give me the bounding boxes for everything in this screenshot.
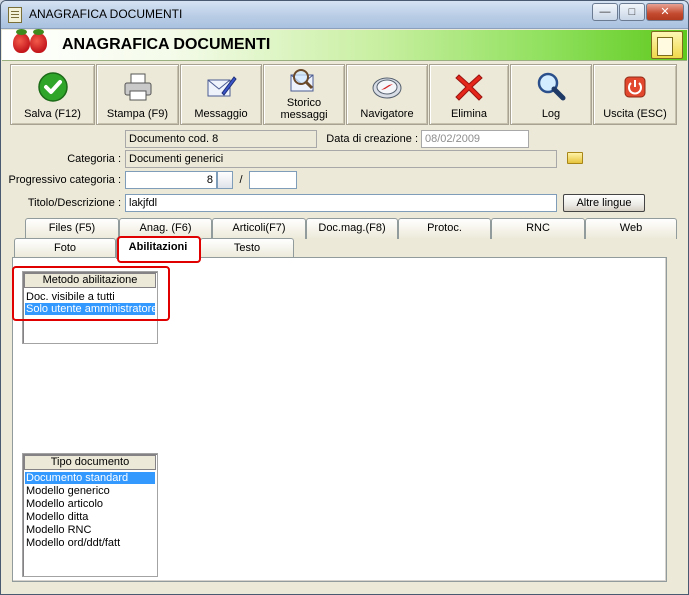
- enable-method-header: Metodo abilitazione: [24, 273, 156, 288]
- page-title: ANAGRAFICA DOCUMENTI: [62, 36, 271, 53]
- maximize-button[interactable]: □: [619, 3, 645, 21]
- delete-button-label: Elimina: [450, 108, 488, 120]
- creation-date-label: Data di creazione :: [326, 133, 418, 145]
- strawberry-icon: [30, 29, 47, 53]
- envelope-search-icon: [290, 69, 314, 92]
- red-x-icon: [455, 74, 483, 101]
- title-description-label: Titolo/Descrizione :: [27, 197, 121, 209]
- message-history-button-label: Storico messaggi: [280, 97, 328, 121]
- tab-testo[interactable]: Testo: [200, 238, 294, 258]
- save-button[interactable]: Salva (F12): [10, 64, 95, 125]
- progressive-slash: /: [239, 174, 243, 186]
- message-button-label: Messaggio: [194, 108, 248, 120]
- strawberry-icon: [13, 29, 30, 53]
- tab-files[interactable]: Files (F5): [25, 218, 119, 239]
- print-button[interactable]: Stampa (F9): [96, 64, 179, 125]
- log-button[interactable]: Log: [510, 64, 592, 125]
- document-type-header: Tipo documento: [24, 455, 156, 470]
- enable-method-item-visible-all[interactable]: Doc. visibile a tutti: [25, 291, 155, 303]
- title-description-field[interactable]: lakjfdl: [125, 194, 557, 212]
- abilitazioni-panel: Metodo abilitazione Doc. visibile a tutt…: [12, 257, 667, 582]
- tab-web[interactable]: Web: [585, 218, 677, 239]
- message-history-button[interactable]: Storico messaggi: [263, 64, 345, 125]
- tab-foto[interactable]: Foto: [14, 238, 116, 258]
- document-type-item-generic[interactable]: Modello generico: [25, 485, 155, 497]
- progressive-suffix-field[interactable]: [249, 171, 297, 189]
- title-bar[interactable]: ANAGRAFICA DOCUMENTI — □ ✕: [1, 1, 688, 29]
- creation-date-field: 08/02/2009: [421, 130, 529, 148]
- log-button-label: Log: [541, 108, 561, 120]
- category-label: Categoria :: [67, 153, 121, 165]
- tab-protoc[interactable]: Protoc.: [398, 218, 491, 239]
- tab-abilitazioni[interactable]: Abilitazioni: [116, 237, 200, 259]
- document-type-listbox[interactable]: Tipo documento Documento standard Modell…: [22, 453, 158, 577]
- window-title: ANAGRAFICA DOCUMENTI: [29, 7, 183, 21]
- folder-icon[interactable]: [567, 152, 583, 164]
- document-code-field: Documento cod. 8: [125, 130, 317, 148]
- document-type-item-rnc[interactable]: Modello RNC: [25, 524, 155, 536]
- compass-icon: [372, 77, 402, 99]
- magnifier-icon: [537, 72, 566, 101]
- navigator-button[interactable]: Navigatore: [346, 64, 428, 125]
- toolbar: Salva (F12) Stampa (F9) Messaggio Storic…: [10, 64, 677, 126]
- progressive-number-field[interactable]: 8: [125, 171, 217, 189]
- save-button-label: Salva (F12): [24, 108, 81, 120]
- check-icon: [37, 72, 68, 102]
- document-type-item-order[interactable]: Modello ord/ddt/fatt: [25, 537, 155, 549]
- page-header: ANAGRAFICA DOCUMENTI: [2, 29, 687, 61]
- message-button[interactable]: Messaggio: [180, 64, 262, 125]
- enable-method-item-admin-only[interactable]: Solo utente amministratore: [25, 303, 157, 315]
- tab-articoli[interactable]: Articoli(F7): [212, 218, 306, 239]
- progressive-category-label: Progressivo categoria :: [8, 174, 122, 186]
- category-field[interactable]: Documenti generici: [125, 150, 557, 168]
- exit-button-label: Uscita (ESC): [603, 108, 667, 120]
- document-type-item-standard[interactable]: Documento standard: [25, 472, 155, 484]
- navigator-button-label: Navigatore: [360, 108, 414, 120]
- tab-doc-mag[interactable]: Doc.mag.(F8): [306, 218, 398, 239]
- tab-anag[interactable]: Anag. (F6): [119, 218, 212, 239]
- application-window: ANAGRAFICA DOCUMENTI — □ ✕ ANAGRAFICA DO…: [0, 0, 689, 595]
- tab-rnc[interactable]: RNC: [491, 218, 585, 239]
- printer-icon: [124, 73, 151, 101]
- close-button[interactable]: ✕: [646, 3, 684, 21]
- document-app-icon: [8, 7, 22, 23]
- delete-button[interactable]: Elimina: [429, 64, 509, 125]
- power-icon: [624, 76, 646, 98]
- documents-folder-icon: [651, 31, 683, 59]
- print-button-label: Stampa (F9): [106, 108, 169, 120]
- envelope-pen-icon: [207, 76, 237, 97]
- other-languages-button[interactable]: Altre lingue: [563, 194, 645, 212]
- document-type-item-article[interactable]: Modello articolo: [25, 498, 155, 510]
- document-type-item-company[interactable]: Modello ditta: [25, 511, 155, 523]
- exit-button[interactable]: Uscita (ESC): [593, 64, 677, 125]
- minimize-button[interactable]: —: [592, 3, 618, 21]
- enable-method-listbox[interactable]: Metodo abilitazione Doc. visibile a tutt…: [22, 271, 158, 344]
- progressive-spin-button[interactable]: [217, 171, 233, 189]
